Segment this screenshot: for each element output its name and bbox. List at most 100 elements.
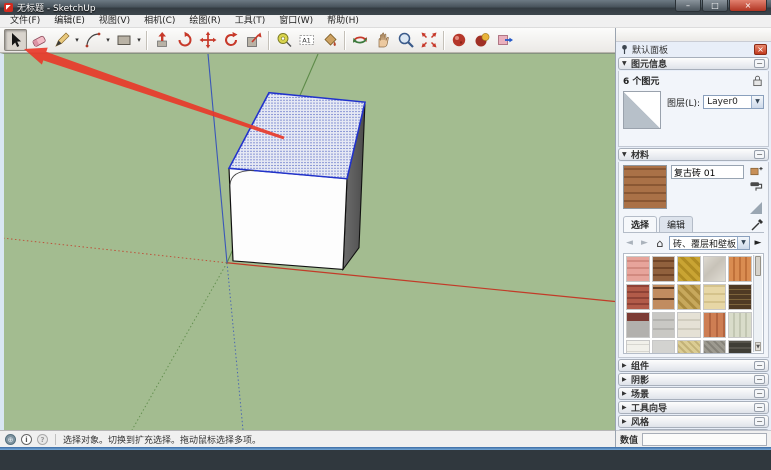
close-button[interactable]: × [729, 0, 767, 12]
section-collapse-button[interactable]: − [754, 403, 765, 412]
zoom-tool-button[interactable] [394, 29, 417, 51]
push-pull-tool-button[interactable] [150, 29, 173, 51]
section-collapse-button[interactable]: − [754, 389, 765, 398]
measurements-bar: 数值 [616, 430, 771, 447]
material-swatch[interactable] [626, 256, 650, 282]
materials-header[interactable]: ▼ 材料 − [618, 148, 769, 161]
share-component-button[interactable] [493, 29, 516, 51]
measurements-input[interactable] [642, 433, 767, 446]
model-canvas[interactable] [4, 54, 615, 430]
menu-item[interactable]: 编辑(E) [47, 15, 92, 27]
scroll-down-arrow[interactable]: ▼ [755, 342, 761, 351]
menu-item[interactable]: 相机(C) [137, 15, 182, 27]
material-swatch[interactable] [728, 340, 752, 354]
material-swatch[interactable] [677, 284, 701, 310]
panel-section-header[interactable]: ▶ 风格 − [618, 415, 769, 428]
tab-select[interactable]: 选择 [623, 216, 657, 232]
geolocation-icon[interactable]: ⊕ [5, 434, 16, 445]
material-swatch[interactable] [728, 256, 752, 282]
chevron-down-icon[interactable]: ▼ [737, 237, 749, 249]
material-swatch[interactable] [677, 256, 701, 282]
menu-item[interactable]: 文件(F) [3, 15, 47, 27]
create-material-icon[interactable] [750, 165, 763, 178]
menu-item[interactable]: 绘图(R) [182, 15, 227, 27]
section-collapse-button[interactable]: − [754, 361, 765, 370]
follow-me-tool-button[interactable] [173, 29, 196, 51]
select-tool-button[interactable] [4, 29, 27, 51]
pin-icon[interactable] [620, 44, 629, 55]
move-tool-button[interactable] [196, 29, 219, 51]
material-swatch[interactable] [652, 312, 676, 338]
paint-bucket-tool-button[interactable] [318, 29, 341, 51]
set-paint-material-icon[interactable] [749, 181, 763, 193]
menu-item[interactable]: 窗口(W) [272, 15, 320, 27]
dimension-text-tool-button[interactable]: A1 [295, 29, 318, 51]
share-model-button[interactable] [470, 29, 493, 51]
triangle-down-icon: ▼ [622, 60, 631, 67]
minimize-button[interactable]: – [675, 0, 701, 12]
forward-arrow-icon[interactable]: ► [638, 238, 651, 248]
sample-paint-icon[interactable] [750, 218, 764, 232]
panel-section-header[interactable]: ▶ 场景 − [618, 387, 769, 400]
cube-front-face[interactable] [229, 168, 347, 269]
material-swatch[interactable] [677, 312, 701, 338]
panel-section-header[interactable]: ▶ 工具向导 − [618, 401, 769, 414]
line-tool-button[interactable] [50, 29, 73, 51]
eraser-tool-button[interactable] [27, 29, 50, 51]
menu-item[interactable]: 帮助(H) [320, 15, 366, 27]
scrollbar-thumb[interactable] [755, 256, 761, 276]
menu-item[interactable]: 工具(T) [228, 15, 273, 27]
arc-tool-button[interactable] [81, 29, 104, 51]
material-swatch[interactable] [703, 284, 727, 310]
orbit-tool-button[interactable] [348, 29, 371, 51]
back-arrow-icon[interactable]: ◄ [623, 238, 636, 248]
viewport[interactable] [0, 53, 615, 430]
panel-section-header[interactable]: ▶ 组件 − [618, 359, 769, 372]
material-swatch[interactable] [652, 340, 676, 354]
tape-measure-tool-button[interactable] [272, 29, 295, 51]
menu-item[interactable]: 视图(V) [92, 15, 137, 27]
material-swatch[interactable] [626, 312, 650, 338]
entity-info-collapse-button[interactable]: − [754, 59, 765, 68]
rotate-tool-button[interactable] [219, 29, 242, 51]
line-tool-dropdown[interactable]: ▾ [73, 36, 81, 44]
material-name-input[interactable] [671, 165, 744, 179]
entity-info-header[interactable]: ▼ 图元信息 − [618, 57, 769, 70]
material-swatch[interactable] [703, 312, 727, 338]
zoom-extents-tool-button[interactable] [417, 29, 440, 51]
material-swatch[interactable] [652, 284, 676, 310]
material-swatch[interactable] [626, 284, 650, 310]
section-collapse-button[interactable]: − [754, 417, 765, 426]
material-category-dropdown[interactable]: 砖、覆层和壁板 ▼ [669, 236, 750, 250]
material-swatch[interactable] [703, 340, 727, 354]
cube-top-face-selected[interactable] [229, 93, 365, 179]
materials-collapse-button[interactable]: − [754, 150, 765, 159]
material-swatch[interactable] [677, 340, 701, 354]
maximize-button[interactable]: □ [702, 0, 728, 12]
layer-dropdown[interactable]: Layer0 ▼ [703, 95, 764, 109]
offset-tool-button[interactable] [242, 29, 265, 51]
secondary-pane-icon[interactable]: ► [752, 238, 764, 248]
rectangle-tool-button[interactable] [112, 29, 135, 51]
preview-resize-corner[interactable] [750, 202, 762, 214]
material-swatch[interactable] [652, 256, 676, 282]
get-models-button[interactable] [447, 29, 470, 51]
material-preview[interactable] [623, 165, 667, 209]
materials-scrollbar[interactable]: ▼ [753, 255, 762, 352]
help-icon[interactable]: ? [37, 434, 48, 445]
material-swatch[interactable] [728, 284, 752, 310]
section-collapse-button[interactable]: − [754, 375, 765, 384]
pan-tool-button[interactable] [371, 29, 394, 51]
rectangle-tool-dropdown[interactable]: ▾ [135, 36, 143, 44]
credits-icon[interactable]: i [21, 434, 32, 445]
arc-tool-dropdown[interactable]: ▾ [104, 36, 112, 44]
panel-section-header[interactable]: ▶ 阴影 − [618, 373, 769, 386]
panel-close-button[interactable]: × [754, 44, 767, 55]
lock-icon[interactable] [751, 74, 764, 87]
tab-edit[interactable]: 编辑 [659, 216, 693, 232]
chevron-down-icon[interactable]: ▼ [751, 96, 763, 108]
material-swatch[interactable] [626, 340, 650, 354]
home-icon[interactable]: ⌂ [653, 237, 667, 250]
material-swatch[interactable] [703, 256, 727, 282]
material-swatch[interactable] [728, 312, 752, 338]
